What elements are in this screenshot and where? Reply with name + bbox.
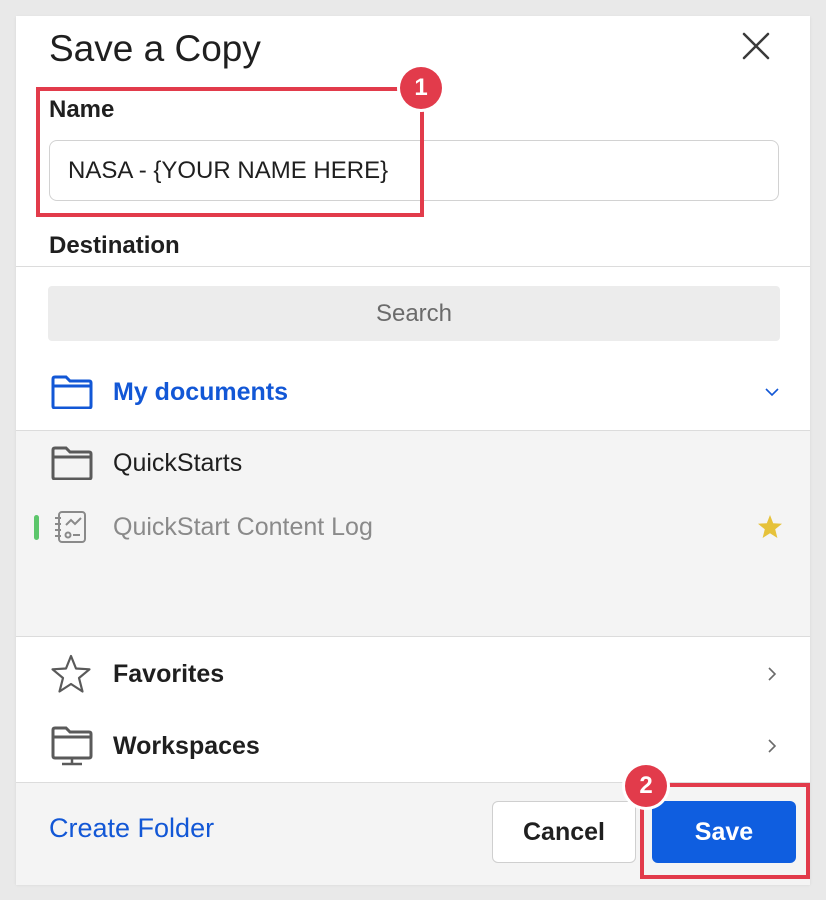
dialog-title: Save a Copy [49, 28, 261, 69]
annotation-badge: 2 [625, 765, 667, 807]
search-input[interactable] [48, 286, 780, 341]
tree-item-label: QuickStarts [113, 448, 243, 477]
star-icon[interactable] [757, 514, 783, 540]
save-button[interactable]: Save [652, 801, 796, 863]
destination-label: Destination [49, 232, 180, 259]
workbook-icon [55, 511, 86, 543]
dialog-footer: Create Folder Cancel Save [16, 782, 810, 885]
tree-item-label: QuickStart Content Log [113, 512, 373, 541]
tree-item-quickstarts[interactable]: QuickStarts [16, 433, 810, 493]
create-folder-link[interactable]: Create Folder [49, 813, 214, 844]
divider [16, 266, 810, 267]
save-copy-dialog: Save a Copy Name Destination My document… [16, 16, 810, 885]
name-field[interactable] [49, 140, 779, 201]
close-icon[interactable] [738, 28, 774, 64]
chevron-right-icon[interactable] [764, 666, 780, 682]
name-label: Name [49, 96, 115, 123]
active-indicator [34, 515, 39, 540]
tree-item-my-documents[interactable]: My documents [16, 362, 810, 422]
tree-item-quickstart-content-log[interactable]: QuickStart Content Log [16, 497, 810, 557]
cancel-button[interactable]: Cancel [492, 801, 636, 863]
tree-item-label: Favorites [113, 659, 225, 688]
folder-icon [51, 446, 93, 480]
divider [16, 636, 810, 637]
tree-item-favorites[interactable]: Favorites [16, 644, 810, 704]
workspace-folder-icon [51, 726, 93, 766]
chevron-down-icon[interactable] [764, 384, 780, 400]
folder-icon [51, 375, 93, 409]
tree-item-workspaces[interactable]: Workspaces [16, 716, 810, 776]
chevron-right-icon[interactable] [764, 738, 780, 754]
star-outline-icon [51, 654, 91, 693]
annotation-badge: 1 [400, 67, 442, 109]
tree-item-label: My documents [113, 377, 289, 406]
close-button[interactable] [738, 28, 774, 64]
tree-item-label: Workspaces [113, 731, 260, 760]
my-documents-children: QuickStarts QuickStart Content Log [16, 430, 810, 637]
